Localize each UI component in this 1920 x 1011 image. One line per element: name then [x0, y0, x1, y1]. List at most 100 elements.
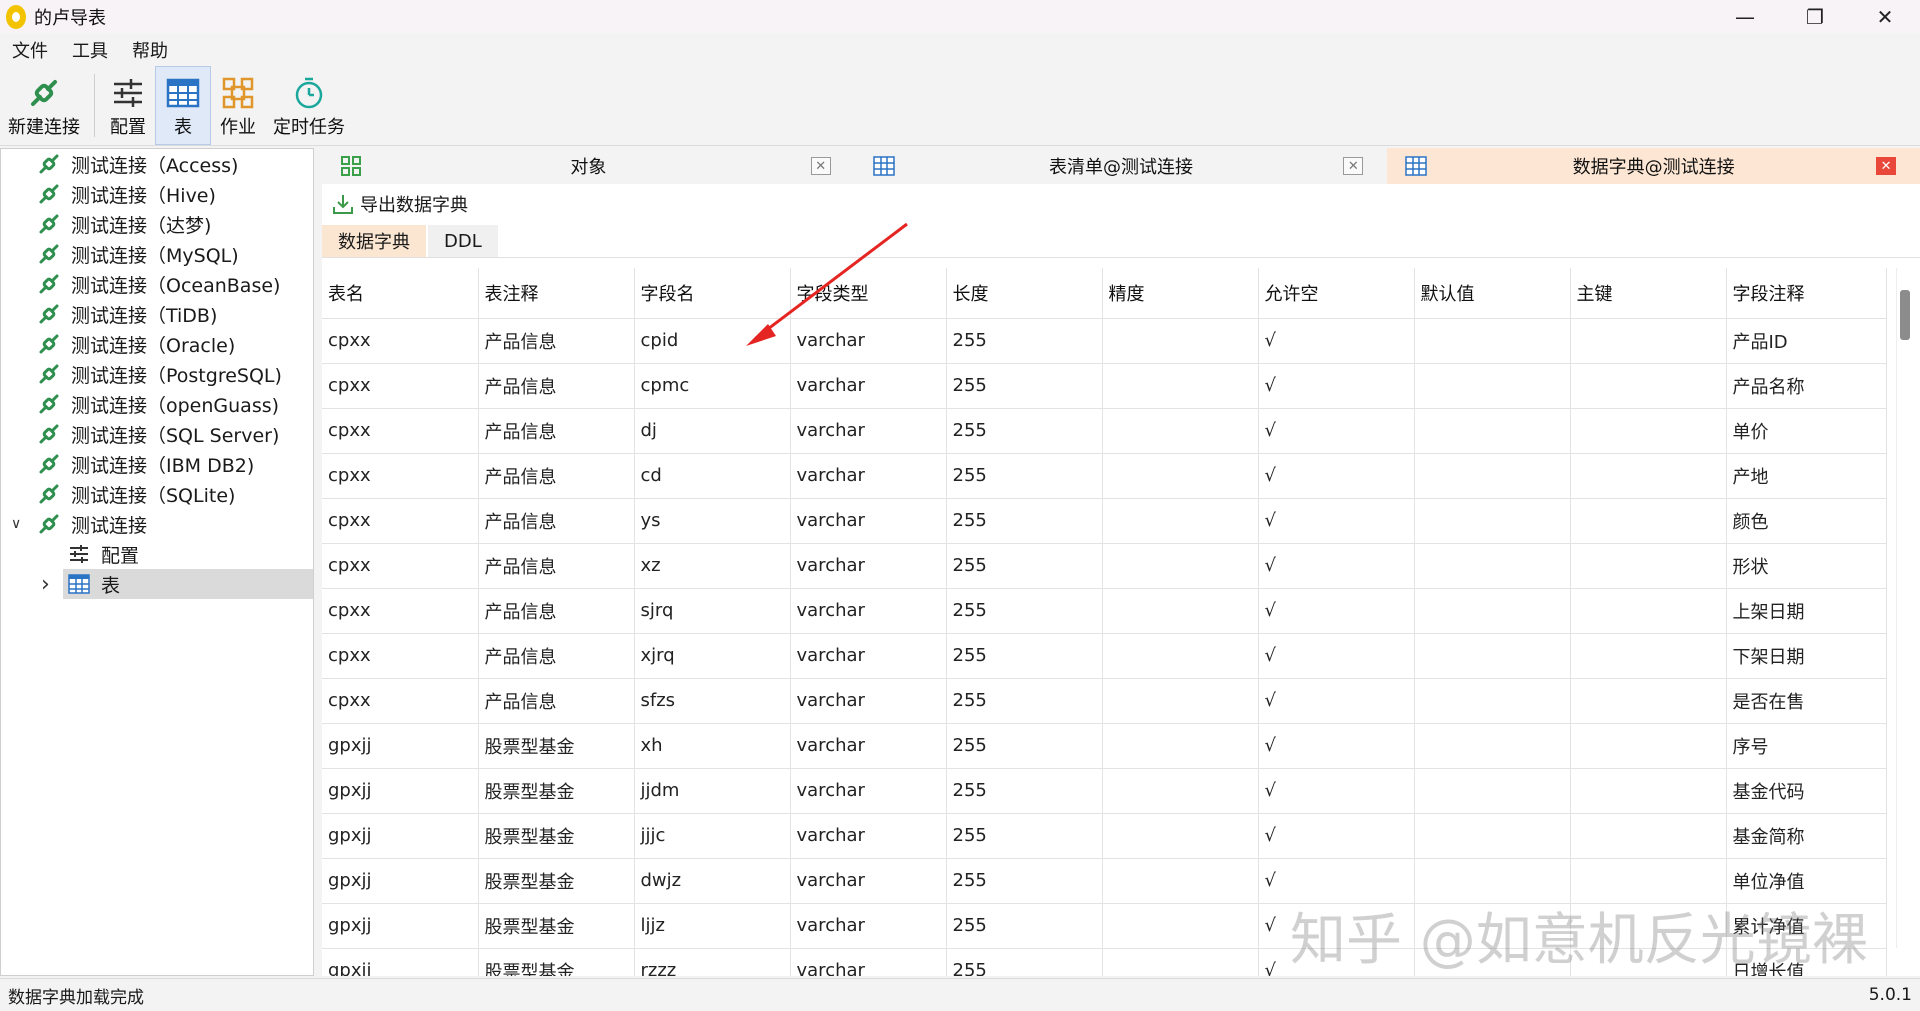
tree-connection-item[interactable]: 测试连接（SQL Server) [1, 419, 313, 449]
tree-connection-item[interactable]: 测试连接（OceanBase) [1, 269, 313, 299]
table-cell: 255 [946, 633, 1103, 679]
config-button[interactable]: 配置 [101, 66, 155, 145]
column-header[interactable]: 允许空 [1258, 268, 1415, 319]
close-icon[interactable]: ✕ [810, 157, 831, 175]
tab-objects[interactable]: 对象 ✕ [322, 148, 855, 184]
table-cell [1414, 453, 1571, 499]
scrollbar-thumb[interactable] [1900, 290, 1910, 340]
close-icon[interactable]: ✕ [1876, 157, 1897, 175]
table-cell: varchar [790, 408, 947, 454]
tree-connection-item[interactable]: 测试连接（Oracle) [1, 329, 313, 359]
job-button[interactable]: 作业 [211, 66, 265, 145]
table-cell: √ [1258, 678, 1415, 724]
tree-connection-label: 测试连接（OceanBase) [71, 274, 281, 297]
tree-connection-item[interactable]: 测试连接（IBM DB2) [1, 449, 313, 479]
menu-tools[interactable]: 工具 [60, 37, 120, 63]
table-cell: 序号 [1726, 723, 1887, 769]
column-header[interactable]: 长度 [946, 268, 1103, 319]
tree-connection-item[interactable]: 测试连接（Hive) [1, 179, 313, 209]
table-row[interactable]: cpxx 产品信息 cd varchar 255 √ 产地 [322, 453, 1887, 499]
close-window-button[interactable]: ✕ [1850, 0, 1920, 33]
table-cell: √ [1258, 813, 1415, 859]
table-row[interactable]: cpxx 产品信息 sjrq varchar 255 √ 上架日期 [322, 588, 1887, 634]
tree-connection-item[interactable]: 测试连接（MySQL) [1, 239, 313, 269]
tree-connection-item[interactable]: 测试连接（SQLite) [1, 479, 313, 509]
table-row[interactable]: cpxx 产品信息 xjrq varchar 255 √ 下架日期 [322, 633, 1887, 679]
table-icon [872, 156, 895, 176]
table-cell: cpxx [322, 588, 479, 634]
export-data-dictionary-button[interactable]: 导出数据字典 [332, 191, 468, 217]
table-cell: √ [1258, 633, 1415, 679]
menu-bar: 文件 工具 帮助 [0, 33, 1920, 66]
vertical-scrollbar[interactable] [1896, 268, 1912, 948]
table-cell: 255 [946, 363, 1103, 409]
table-row[interactable]: gpxjj 股票型基金 jjjc varchar 255 √ 基金简称 [322, 813, 1887, 859]
new-connection-button[interactable]: 新建连接 [0, 66, 88, 145]
tree-connection-item[interactable]: 测试连接（PostgreSQL) [1, 359, 313, 389]
table-cell: dwjz [634, 858, 791, 904]
tree-item-label: 表 [101, 574, 121, 597]
plug-icon [25, 73, 63, 113]
table-row[interactable]: cpxx 产品信息 sfzs varchar 255 √ 是否在售 [322, 678, 1887, 724]
table-button[interactable]: 表 [155, 66, 211, 145]
minimize-button[interactable]: — [1710, 0, 1780, 33]
close-icon[interactable]: ✕ [1343, 157, 1364, 175]
table-row[interactable]: gpxjj 股票型基金 jjdm varchar 255 √ 基金代码 [322, 768, 1887, 814]
chevron-right-icon[interactable]: › [41, 572, 50, 597]
column-header[interactable]: 默认值 [1414, 268, 1571, 319]
table-row[interactable]: cpxx 产品信息 xz varchar 255 √ 形状 [322, 543, 1887, 589]
table-row[interactable]: cpxx 产品信息 dj varchar 255 √ 单价 [322, 408, 1887, 454]
tree-connection-item[interactable]: 测试连接（TiDB) [1, 299, 313, 329]
table-cell [1570, 453, 1727, 499]
restore-button[interactable]: ❐ [1780, 0, 1850, 33]
scheduled-task-button[interactable]: 定时任务 [265, 66, 353, 145]
table-cell: 产地 [1726, 453, 1887, 499]
status-message: 数据字典加载完成 [8, 987, 144, 1008]
tree-connection-item[interactable]: ∨ 测试连接 [1, 509, 313, 539]
table-cell: 255 [946, 453, 1103, 499]
column-header[interactable]: 字段注释 [1726, 268, 1887, 319]
subtab-ddl[interactable]: DDL [428, 225, 498, 257]
table-cell: gpxjj [322, 903, 479, 949]
table-cell [1102, 588, 1259, 634]
table-cell: 股票型基金 [478, 858, 635, 904]
table-row[interactable]: cpxx 产品信息 cpid varchar 255 √ 产品ID [322, 318, 1887, 364]
tree-connection-label: 测试连接（MySQL) [71, 244, 239, 267]
table-cell: 255 [946, 858, 1103, 904]
tree-connection-item[interactable]: 测试连接（Access) [1, 149, 313, 179]
plug-icon [37, 272, 61, 296]
table-row[interactable]: cpxx 产品信息 ys varchar 255 √ 颜色 [322, 498, 1887, 544]
tree-connection-label: 测试连接（SQLite) [71, 484, 236, 507]
table-cell [1414, 408, 1571, 454]
chevron-down-icon[interactable]: ∨ [11, 516, 21, 532]
table-row[interactable]: gpxjj 股票型基金 xh varchar 255 √ 序号 [322, 723, 1887, 769]
table-cell [1414, 543, 1571, 589]
tree-item-tables[interactable]: › 表 [41, 569, 313, 599]
table-cell: 产品信息 [478, 408, 635, 454]
plug-icon [37, 392, 61, 416]
column-header[interactable]: 表名 [322, 268, 479, 319]
table-cell [1414, 678, 1571, 724]
tab-bar: 对象 ✕ 表清单@测试连接 ✕ 数据字典@测试连接 ✕ [322, 148, 1920, 184]
sliders-icon [109, 73, 147, 113]
plug-icon [37, 422, 61, 446]
main-panel: 对象 ✕ 表清单@测试连接 ✕ 数据字典@测试连接 ✕ 导出数据字典 数据字典 … [322, 148, 1920, 976]
tree-connection-item[interactable]: 测试连接（openGuass) [1, 389, 313, 419]
table-cell: 股票型基金 [478, 813, 635, 859]
column-header[interactable]: 精度 [1102, 268, 1259, 319]
table-row[interactable]: cpxx 产品信息 cpmc varchar 255 √ 产品名称 [322, 363, 1887, 409]
menu-help[interactable]: 帮助 [120, 37, 180, 63]
app-logo-icon [6, 4, 26, 29]
table-cell: cpmc [634, 363, 791, 409]
column-header[interactable]: 主键 [1570, 268, 1727, 319]
subtab-data-dictionary[interactable]: 数据字典 [322, 225, 426, 257]
table-cell: √ [1258, 768, 1415, 814]
menu-file[interactable]: 文件 [0, 37, 60, 63]
table-cell [1570, 768, 1727, 814]
tab-data-dictionary[interactable]: 数据字典@测试连接 ✕ [1387, 148, 1920, 184]
column-header[interactable]: 表注释 [478, 268, 635, 319]
tree-connection-item[interactable]: 测试连接（达梦) [1, 209, 313, 239]
tree-item-config[interactable]: 配置 [1, 539, 313, 569]
table-cell [1414, 813, 1571, 859]
tab-table-list[interactable]: 表清单@测试连接 ✕ [855, 148, 1388, 184]
